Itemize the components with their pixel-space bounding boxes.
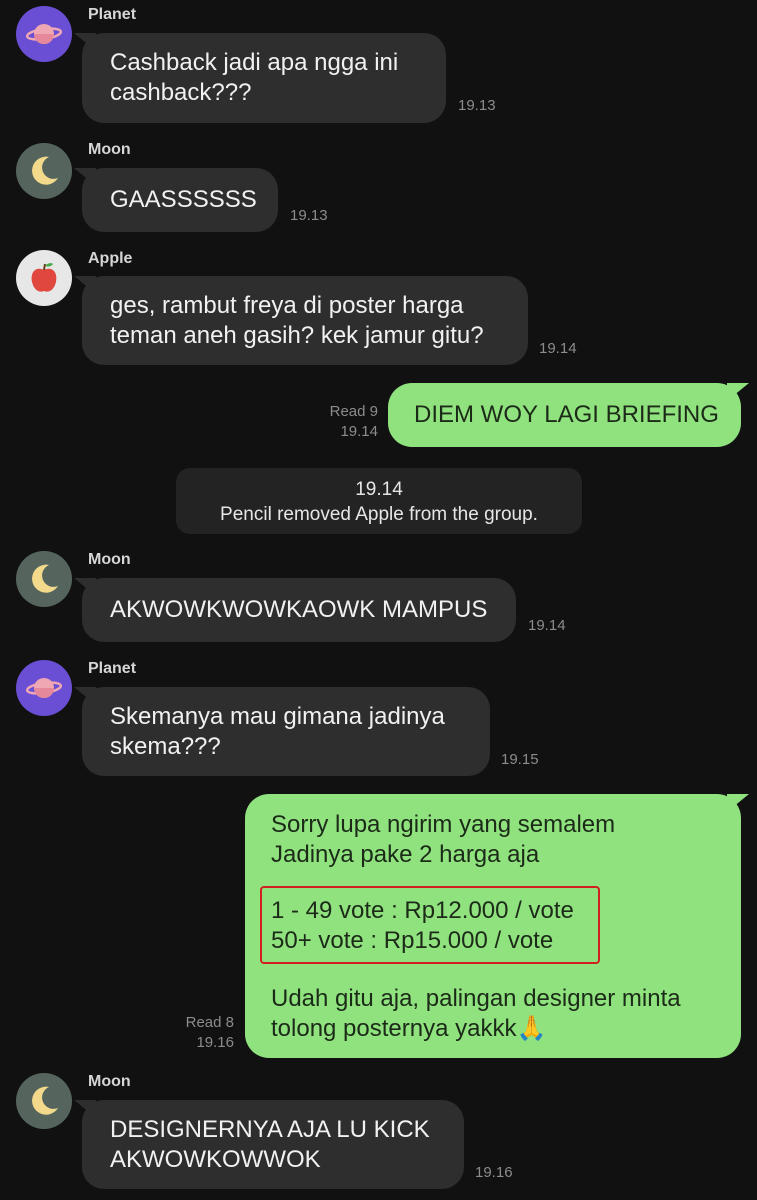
message-bubble[interactable]: DESIGNERNYA AJA LU KICK AKWOWKOWWOK xyxy=(82,1100,464,1189)
sender-name: Planet xyxy=(88,660,137,677)
message-bubble[interactable]: Skemanya mau gimana jadinya skema??? xyxy=(82,687,490,776)
timestamp: 19.14 xyxy=(340,423,378,440)
system-notice-text: Pencil removed Apple from the group. xyxy=(220,504,538,525)
message-text: Jadinya pake 2 harga aja xyxy=(271,841,540,868)
message-text: Skemanya mau gimana jadinya xyxy=(110,703,445,730)
message-text: skema??? xyxy=(110,733,221,760)
apple-icon xyxy=(31,263,57,292)
message-bubble[interactable]: GAASSSSSS xyxy=(82,168,278,232)
system-notice: 19.14 Pencil removed Apple from the grou… xyxy=(176,468,582,534)
message-bubble[interactable]: Cashback jadi apa ngga ini cashback??? xyxy=(82,33,446,123)
message-text: Sorry lupa ngirim yang semalem xyxy=(271,811,616,838)
message-text: AKWOWKOWWOK xyxy=(110,1146,321,1173)
sender-name: Apple xyxy=(88,250,133,267)
message-text: teman aneh gasih? kek jamur gitu? xyxy=(110,322,484,349)
message-bubble-outgoing[interactable]: DIEM WOY LAGI BRIEFING xyxy=(388,383,741,447)
moon-icon xyxy=(32,156,58,185)
timestamp: 19.13 xyxy=(458,97,496,114)
sender-name: Moon xyxy=(88,1073,131,1090)
avatar-moon[interactable] xyxy=(16,143,72,199)
message-text: tolong posternya yakkk🙏 xyxy=(271,1015,547,1042)
planet-icon xyxy=(25,24,63,44)
read-receipt: Read 9 xyxy=(329,403,378,420)
avatar-planet[interactable] xyxy=(16,6,72,62)
avatar-moon[interactable] xyxy=(16,551,72,607)
message-text: cashback??? xyxy=(110,79,252,106)
timestamp: 19.15 xyxy=(501,751,539,768)
sender-name: Planet xyxy=(88,6,137,23)
message-bubble-outgoing[interactable]: Sorry lupa ngirim yang semalem Jadinya p… xyxy=(245,794,741,1058)
message-text: DIEM WOY LAGI BRIEFING xyxy=(414,401,719,428)
timestamp: 19.16 xyxy=(196,1034,234,1051)
avatar-moon[interactable] xyxy=(16,1073,72,1129)
sender-name: Moon xyxy=(88,141,131,158)
moon-icon xyxy=(32,564,58,593)
avatar-planet[interactable] xyxy=(16,660,72,716)
avatar-apple[interactable] xyxy=(16,250,72,306)
timestamp: 19.14 xyxy=(539,340,577,357)
message-meta: Read 9 19.14 xyxy=(300,402,378,442)
message-meta: Read 8 19.16 xyxy=(156,1013,234,1053)
message-text: Cashback jadi apa ngga ini xyxy=(110,49,399,76)
timestamp: 19.16 xyxy=(475,1164,513,1181)
message-bubble[interactable]: ges, rambut freya di poster harga teman … xyxy=(82,276,528,365)
message-text: 1 - 49 vote : Rp12.000 / vote xyxy=(271,897,574,924)
message-text: Udah gitu aja, palingan designer minta xyxy=(271,985,681,1012)
message-text: GAASSSSSS xyxy=(110,186,257,213)
planet-icon xyxy=(25,678,63,698)
system-notice-time: 19.14 xyxy=(355,479,403,500)
message-text: ges, rambut freya di poster harga xyxy=(110,292,464,319)
message-text: DESIGNERNYA AJA LU KICK xyxy=(110,1116,430,1143)
message-text: AKWOWKWOWKAOWK MAMPUS xyxy=(110,596,488,623)
timestamp: 19.14 xyxy=(528,617,566,634)
sender-name: Moon xyxy=(88,551,131,568)
message-bubble[interactable]: AKWOWKWOWKAOWK MAMPUS xyxy=(82,578,516,642)
timestamp: 19.13 xyxy=(290,207,328,224)
read-receipt: Read 8 xyxy=(185,1014,234,1031)
moon-icon xyxy=(32,1086,58,1115)
message-text: 50+ vote : Rp15.000 / vote xyxy=(271,927,554,954)
